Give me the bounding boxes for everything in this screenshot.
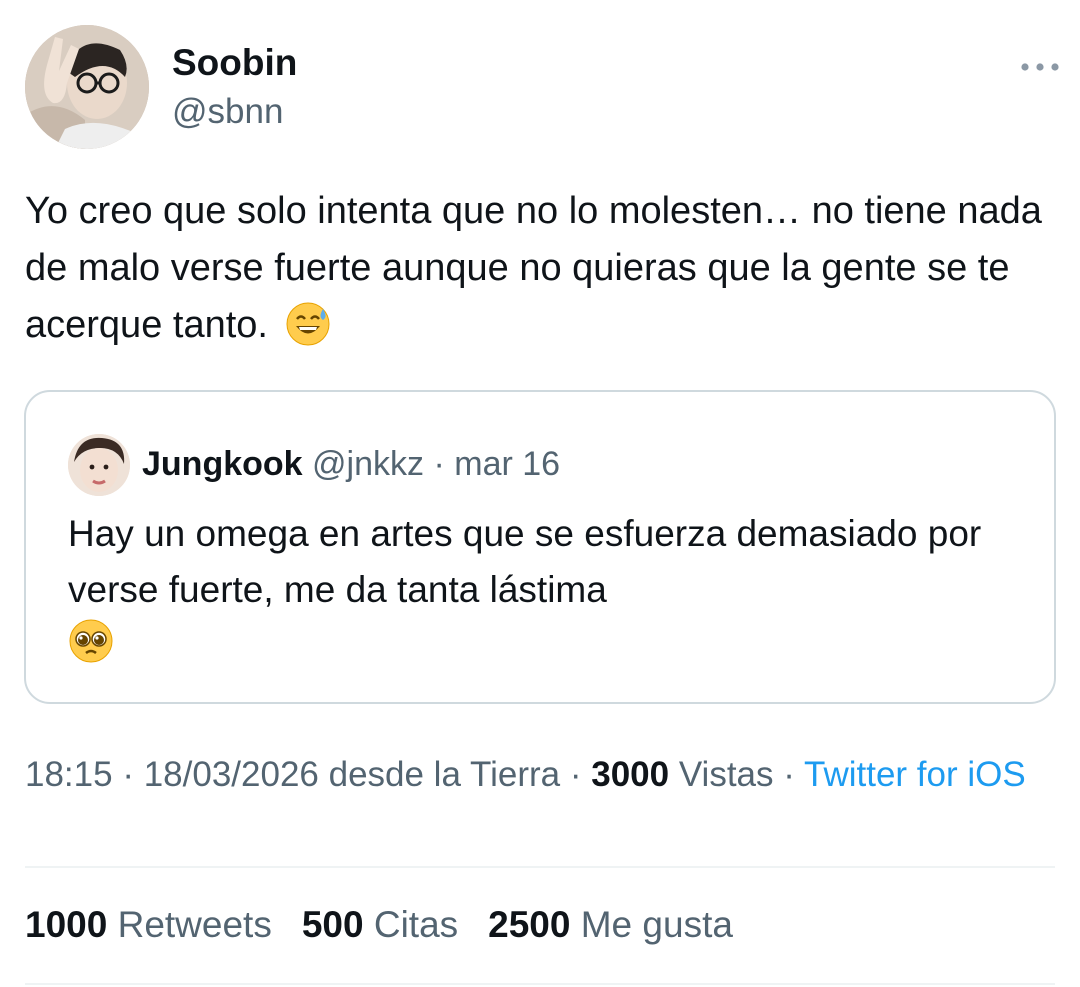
avatar-photo-icon — [25, 25, 149, 149]
tweet-text: Yo creo que solo intenta que no lo moles… — [25, 183, 1060, 364]
pleading-face-emoji-icon — [68, 618, 114, 680]
quoted-text-body: Hay un omega en artes que se esfuerza de… — [68, 513, 982, 610]
quoted-date[interactable]: mar 16 — [454, 445, 560, 483]
retweets-stat[interactable]: 1000 Retweets — [25, 903, 272, 947]
retweets-count: 1000 — [25, 904, 108, 945]
quotes-label: Citas — [363, 904, 459, 945]
more-horizontal-icon — [1021, 63, 1059, 71]
quotes-count: 500 — [301, 904, 364, 945]
quoted-author-handle[interactable]: @jnkkz — [312, 445, 424, 483]
tweet-text-body: Yo creo que solo intenta que no lo moles… — [25, 190, 1042, 346]
author-name[interactable]: Soobin — [172, 42, 297, 84]
quoted-text: Hay un omega en artes que se esfuerza de… — [68, 506, 1028, 680]
divider — [25, 866, 1055, 868]
source-link[interactable]: Twitter for iOS — [804, 755, 1026, 794]
quotes-stat[interactable]: 500 Citas — [302, 903, 458, 947]
tweet-meta: 18:15 · 18/03/2026 desde la Tierra · 300… — [25, 752, 1060, 797]
avatar-photo-icon — [68, 434, 130, 496]
tweet-detail: Soobin @sbnn Yo creo que solo intenta qu… — [0, 0, 1080, 987]
author-avatar[interactable] — [25, 25, 149, 149]
quoted-tweet[interactable]: Jungkook @jnkkz · mar 16 Hay un omega en… — [24, 390, 1056, 704]
likes-count: 2500 — [488, 904, 571, 945]
more-options-button[interactable] — [1018, 52, 1062, 82]
tweet-time[interactable]: 18:15 — [25, 755, 113, 794]
likes-label: Me gusta — [570, 904, 733, 945]
divider — [25, 983, 1055, 985]
tweet-stats: 1000 Retweets 500 Citas 2500 Me gusta — [25, 903, 733, 947]
separator-dot: · — [433, 445, 445, 483]
retweets-label: Retweets — [107, 904, 272, 945]
separator-dot: · — [773, 755, 804, 794]
tweet-date[interactable]: 18/03/2026 desde la Tierra — [144, 755, 560, 794]
grinning-sweat-emoji-icon — [285, 301, 331, 364]
separator-dot: · — [112, 755, 144, 794]
views-label: Vistas — [669, 755, 774, 794]
quoted-author-name[interactable]: Jungkook — [142, 445, 303, 483]
author-handle[interactable]: @sbnn — [172, 92, 283, 132]
quoted-author-avatar[interactable] — [68, 434, 130, 496]
quoted-header: Jungkook @jnkkz · mar 16 — [142, 444, 560, 484]
views-count: 3000 — [591, 755, 670, 794]
likes-stat[interactable]: 2500 Me gusta — [488, 903, 733, 947]
separator-dot: · — [560, 755, 592, 794]
